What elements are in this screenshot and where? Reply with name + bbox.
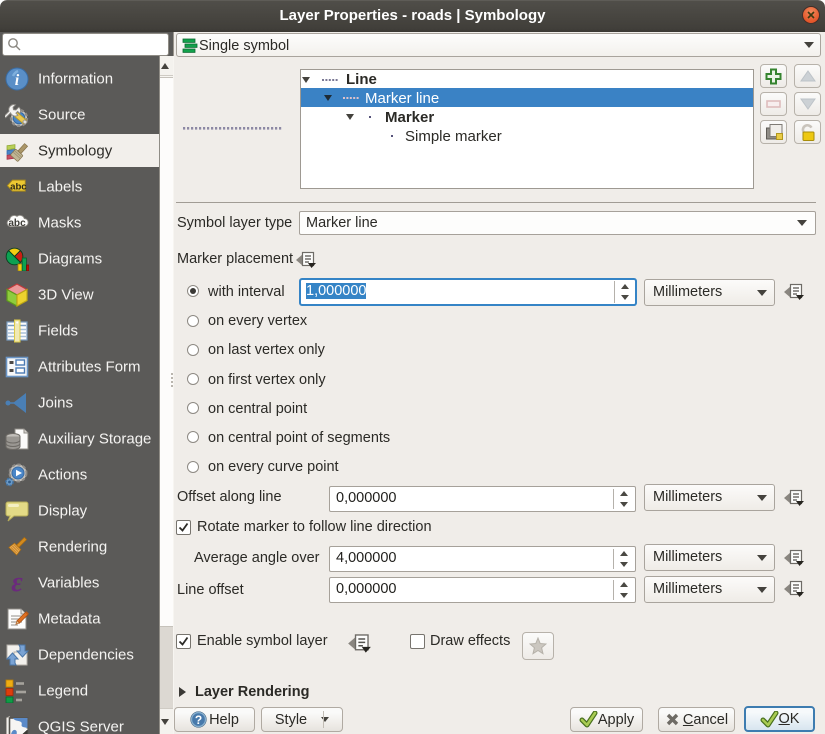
- svg-text:abc: abc: [8, 217, 26, 228]
- svg-text:ε: ε: [11, 571, 23, 595]
- svg-text:abc: abc: [10, 181, 27, 192]
- svg-text:i: i: [15, 72, 20, 89]
- svg-text:?: ?: [195, 713, 202, 727]
